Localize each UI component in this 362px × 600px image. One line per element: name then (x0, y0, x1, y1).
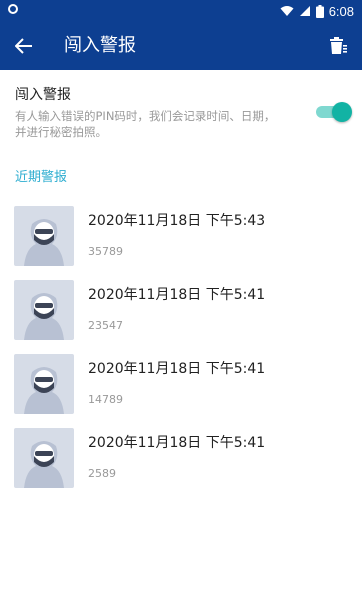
page-title: 闯入警报 (64, 35, 136, 56)
hooded-intruder-icon (24, 293, 64, 340)
intruder-alert-toggle[interactable] (316, 100, 352, 124)
alert-item[interactable]: 2020年11月18日 下午5:41 23547 (0, 280, 362, 342)
intruder-alert-setting: 闯入警报 有人输入错误的PIN码时，我们会记录时间、日期，并进行秘密拍照。 (15, 86, 345, 140)
intruder-photo[interactable] (14, 280, 74, 340)
alert-time: 2020年11月18日 下午5:41 (88, 287, 266, 303)
trash-list-icon (330, 37, 347, 54)
toggle-knob (332, 102, 352, 122)
alert-pin: 35789 (88, 245, 123, 258)
alert-time: 2020年11月18日 下午5:41 (88, 361, 266, 377)
alert-item[interactable]: 2020年11月18日 下午5:41 14789 (0, 354, 362, 416)
alert-item[interactable]: 2020年11月18日 下午5:43 35789 (0, 206, 362, 268)
intruder-photo[interactable] (14, 354, 74, 414)
notification-icon (8, 4, 18, 14)
hooded-intruder-icon (24, 441, 64, 488)
signal-icon (299, 6, 310, 16)
app-bar: 闯入警报 (0, 22, 362, 70)
alert-pin: 2589 (88, 467, 116, 480)
alert-item[interactable]: 2020年11月18日 下午5:41 2589 (0, 428, 362, 490)
back-button[interactable] (10, 32, 38, 60)
alert-pin: 14789 (88, 393, 123, 406)
battery-icon (315, 4, 324, 18)
hooded-intruder-icon (24, 219, 64, 266)
setting-description: 有人输入错误的PIN码时，我们会记录时间、日期，并进行秘密拍照。 (15, 109, 276, 139)
alert-time: 2020年11月18日 下午5:43 (88, 213, 266, 229)
hooded-intruder-icon (24, 367, 64, 414)
intruder-photo[interactable] (14, 206, 74, 266)
alert-pin: 23547 (88, 319, 123, 332)
arrow-left-icon (15, 38, 32, 54)
alert-time: 2020年11月18日 下午5:41 (88, 435, 266, 451)
recent-alerts-header: 近期警报 (15, 170, 68, 185)
status-bar: 6:08 (0, 0, 362, 22)
status-icons: 6:08 (280, 2, 354, 20)
clear-alerts-button[interactable] (324, 32, 352, 60)
intruder-photo[interactable] (14, 428, 74, 488)
wifi-icon (280, 6, 294, 16)
clock: 6:08 (328, 3, 354, 19)
setting-title: 闯入警报 (15, 87, 71, 103)
